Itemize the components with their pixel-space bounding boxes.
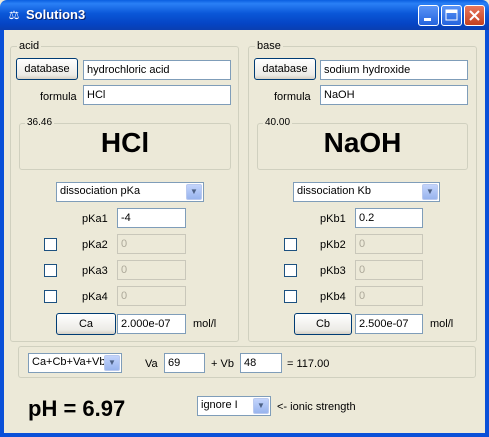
base-formula-display: 40.00 NaOH — [257, 117, 468, 170]
base-cb-button[interactable]: Cb — [294, 313, 352, 335]
close-button[interactable] — [464, 5, 485, 26]
va-field[interactable]: 69 — [164, 353, 205, 373]
scales-icon: ⚖ — [8, 8, 20, 22]
acid-dissociation-value: dissociation pKa — [60, 185, 141, 197]
chevron-down-icon: ▼ — [422, 184, 438, 200]
acid-pka4-checkbox[interactable] — [44, 290, 57, 303]
acid-ca-button[interactable]: Ca — [56, 313, 116, 335]
ionic-strength-label: <- ionic strength — [277, 401, 356, 413]
window-border-left — [0, 30, 4, 437]
base-pkb2-checkbox[interactable] — [284, 238, 297, 251]
window-border-right — [485, 30, 489, 437]
acid-database-button[interactable]: database — [16, 58, 78, 80]
acid-formula-big: HCl — [100, 127, 150, 158]
base-database-button[interactable]: database — [254, 58, 316, 80]
minimize-icon — [424, 18, 431, 21]
total-volume: = 117.00 — [287, 358, 330, 370]
vb-field[interactable]: 48 — [240, 353, 282, 373]
chevron-down-icon: ▼ — [253, 398, 269, 414]
maximize-icon — [445, 9, 458, 21]
acid-pka2-field: 0 — [117, 234, 186, 254]
base-pkb4-label: pKb4 — [320, 291, 346, 303]
base-pkb4-checkbox[interactable] — [284, 290, 297, 303]
base-pkb3-label: pKb3 — [320, 265, 346, 277]
base-pkb2-label: pKb2 — [320, 239, 346, 251]
acid-group-label: acid — [17, 40, 42, 52]
acid-pka2-checkbox[interactable] — [44, 238, 57, 251]
base-pkb1-field[interactable]: 0.2 — [355, 208, 423, 228]
vb-label: + Vb — [211, 358, 234, 370]
base-pkb3-field: 0 — [355, 260, 423, 280]
window-title: Solution3 — [26, 7, 86, 22]
maximize-button[interactable] — [441, 5, 462, 26]
volume-mode-value: Ca+Cb+Va+Vb — [32, 356, 106, 368]
base-concentration-field[interactable]: 2.500e-07 — [355, 314, 423, 334]
ionic-strength-value: ignore I — [201, 399, 238, 411]
base-dissociation-value: dissociation Kb — [297, 185, 371, 197]
acid-formula-label: formula — [40, 91, 77, 103]
close-icon — [469, 10, 480, 21]
acid-pka4-label: pKa4 — [82, 291, 108, 303]
acid-pka3-checkbox[interactable] — [44, 264, 57, 277]
acid-pka2-label: pKa2 — [82, 239, 108, 251]
acid-pka4-field: 0 — [117, 286, 186, 306]
base-formula-label: formula — [274, 91, 311, 103]
acid-unit-label: mol/l — [193, 318, 217, 330]
acid-name-field[interactable]: hydrochloric acid — [83, 60, 231, 80]
base-pkb2-field: 0 — [355, 234, 423, 254]
volume-mode-select[interactable]: Ca+Cb+Va+Vb ▼ — [28, 353, 122, 373]
window-border-bottom — [0, 433, 489, 437]
base-dissociation-select[interactable]: dissociation Kb ▼ — [293, 182, 440, 202]
minimize-button[interactable] — [418, 5, 439, 26]
base-formula-big: NaOH — [323, 127, 402, 158]
acid-pka1-label: pKa1 — [82, 213, 108, 225]
base-pkb3-checkbox[interactable] — [284, 264, 297, 277]
acid-formula-field[interactable]: HCl — [83, 85, 231, 105]
ph-result: pH = 6.97 — [28, 396, 126, 421]
title-bar[interactable]: ⚖ Solution3 — [0, 0, 489, 30]
chevron-down-icon: ▼ — [186, 184, 202, 200]
base-name-field[interactable]: sodium hydroxide — [320, 60, 468, 80]
base-pkb1-label: pKb1 — [320, 213, 346, 225]
base-unit-label: mol/l — [430, 318, 454, 330]
acid-pka3-field: 0 — [117, 260, 186, 280]
va-label: Va — [145, 358, 158, 370]
acid-formula-display: 36.46 HCl — [19, 117, 231, 170]
base-formula-field[interactable]: NaOH — [320, 85, 468, 105]
acid-pka1-field[interactable]: -4 — [117, 208, 186, 228]
base-pkb4-field: 0 — [355, 286, 423, 306]
acid-pka3-label: pKa3 — [82, 265, 108, 277]
ionic-strength-select[interactable]: ignore I ▼ — [197, 396, 271, 416]
chevron-down-icon: ▼ — [104, 355, 120, 371]
acid-concentration-field[interactable]: 2.000e-07 — [117, 314, 186, 334]
solution3-window: ⚖ Solution3 acid database hydrochloric a… — [0, 0, 489, 437]
base-group-label: base — [255, 40, 283, 52]
acid-dissociation-select[interactable]: dissociation pKa ▼ — [56, 182, 204, 202]
